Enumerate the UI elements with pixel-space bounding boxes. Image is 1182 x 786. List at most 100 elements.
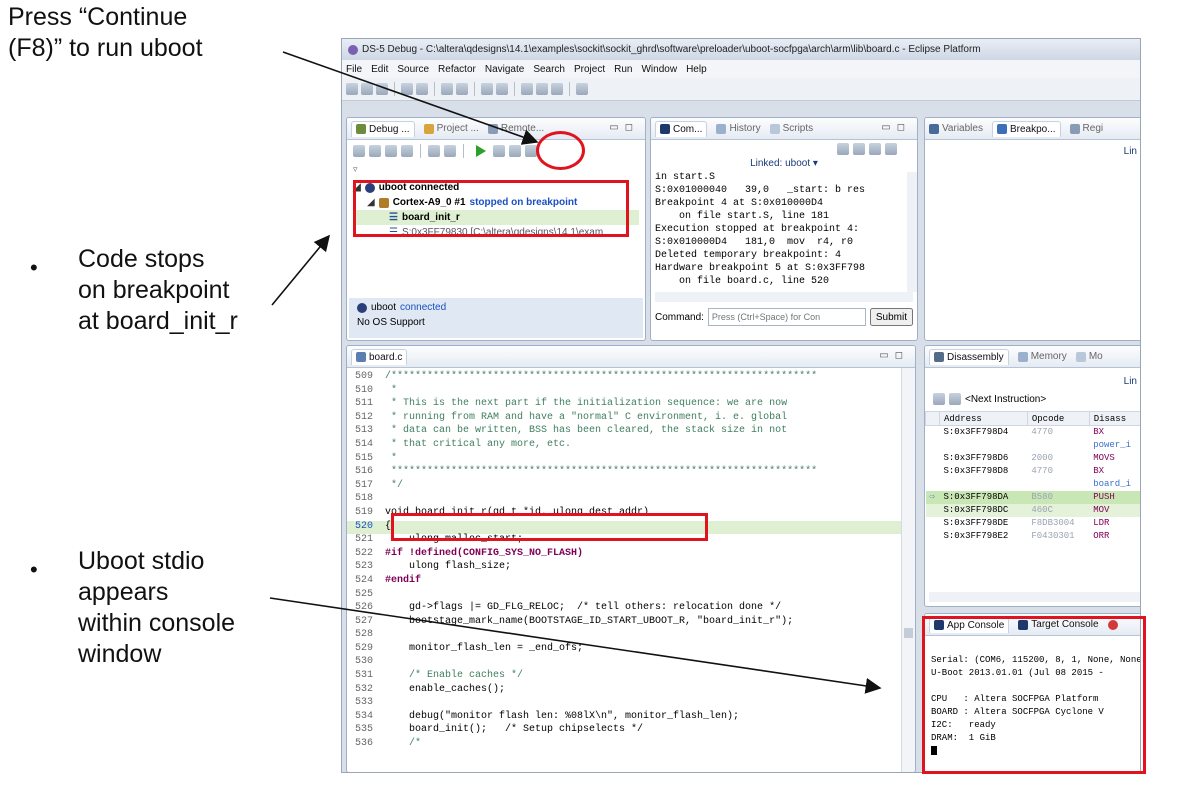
debug-icon[interactable] xyxy=(401,83,413,95)
line-number[interactable]: 510 xyxy=(347,385,379,399)
menu-help[interactable]: Help xyxy=(686,64,707,75)
tab-modules[interactable]: Mo xyxy=(1075,351,1103,362)
line-number[interactable]: 517 xyxy=(347,480,379,494)
line-number[interactable]: 518 xyxy=(347,493,379,507)
code-line[interactable]: 512 * running from RAM and have a "norma… xyxy=(347,412,915,426)
config-icon[interactable] xyxy=(428,145,440,157)
code-line[interactable]: 533 xyxy=(347,697,915,711)
menu-search[interactable]: Search xyxy=(533,64,565,75)
command-input[interactable] xyxy=(707,308,866,326)
refresh-icon[interactable] xyxy=(444,145,456,157)
code-line[interactable]: 509 /***********************************… xyxy=(347,371,915,385)
line-number[interactable]: 513 xyxy=(347,425,379,439)
continue-icon[interactable] xyxy=(471,143,489,159)
line-number[interactable]: 512 xyxy=(347,412,379,426)
open-icon[interactable] xyxy=(481,83,493,95)
code-line[interactable]: 518 xyxy=(347,493,915,507)
code-line[interactable]: 536 /* xyxy=(347,738,915,752)
code-line[interactable]: 530 xyxy=(347,656,915,670)
line-number[interactable]: 528 xyxy=(347,629,379,643)
line-number[interactable]: 526 xyxy=(347,602,379,616)
code-line[interactable]: 527 bootstage_mark_name(BOOTSTAGE_ID_STA… xyxy=(347,616,915,630)
save-icon[interactable] xyxy=(361,83,373,95)
line-number[interactable]: 519 xyxy=(347,507,379,521)
minimize-maximize-icon[interactable]: ▭◻ xyxy=(879,350,909,361)
minimize-maximize-icon[interactable]: ▭◻ xyxy=(609,122,639,133)
line-number[interactable]: 522 xyxy=(347,548,379,562)
settings-icon[interactable] xyxy=(885,143,897,155)
edit-icon[interactable] xyxy=(496,83,508,95)
disassembly-row[interactable]: board_i xyxy=(926,478,1141,491)
horizontal-scrollbar[interactable] xyxy=(929,592,1140,602)
code-line[interactable]: 511 * This is the next part if the initi… xyxy=(347,398,915,412)
step-into-icon[interactable] xyxy=(509,145,521,157)
line-number[interactable]: 534 xyxy=(347,711,379,725)
line-number[interactable]: 520 xyxy=(347,521,379,535)
tab-debug[interactable]: Debug ... xyxy=(351,120,415,137)
next-instruction-field[interactable]: <Next Instruction> xyxy=(965,394,1046,405)
connect-icon[interactable] xyxy=(369,145,381,157)
tab-registers[interactable]: Regi xyxy=(1069,123,1103,134)
line-number[interactable]: 531 xyxy=(347,670,379,684)
run-icon[interactable] xyxy=(416,83,428,95)
save-log-icon[interactable] xyxy=(837,143,849,155)
search-icon[interactable] xyxy=(456,83,468,95)
line-number[interactable]: 533 xyxy=(347,697,379,711)
code-line[interactable]: 523 ulong flash_size; xyxy=(347,561,915,575)
line-number[interactable]: 525 xyxy=(347,589,379,603)
clear-icon[interactable] xyxy=(853,143,865,155)
stop-icon[interactable] xyxy=(493,145,505,157)
tab-remote[interactable]: Remote... xyxy=(487,123,544,134)
tab-board-c[interactable]: board.c xyxy=(351,348,408,365)
linked-context[interactable]: Lin xyxy=(925,368,1140,387)
vertical-scrollbar[interactable] xyxy=(901,368,915,772)
disassembly-row[interactable]: S:0x3FF798D6 2000 MOVS xyxy=(926,452,1141,465)
line-number[interactable]: 511 xyxy=(347,398,379,412)
line-number[interactable]: 535 xyxy=(347,724,379,738)
forward-icon[interactable] xyxy=(551,83,563,95)
menu-refactor[interactable]: Refactor xyxy=(438,64,476,75)
column-header[interactable]: Disass xyxy=(1088,411,1140,426)
collapse-icon[interactable] xyxy=(353,145,365,157)
new-icon[interactable] xyxy=(346,83,358,95)
line-number[interactable]: 527 xyxy=(347,616,379,630)
goto-icon[interactable] xyxy=(933,393,945,405)
column-header[interactable]: Opcode xyxy=(1026,411,1090,426)
menu-navigate[interactable]: Navigate xyxy=(485,64,524,75)
line-number[interactable]: 516 xyxy=(347,466,379,480)
linked-context[interactable]: Lin xyxy=(925,140,1140,157)
line-number[interactable]: 523 xyxy=(347,561,379,575)
code-line[interactable]: 517 */ xyxy=(347,480,915,494)
code-line[interactable]: 526 gd->flags |= GD_FLG_RELOC; /* tell o… xyxy=(347,602,915,616)
tab-disassembly[interactable]: Disassembly xyxy=(929,348,1009,365)
disassembly-row[interactable]: power_i xyxy=(926,439,1141,452)
code-line[interactable]: 529 monitor_flash_len = _end_ofs; xyxy=(347,643,915,657)
code-line[interactable]: 513 * data can be written, BSS has been … xyxy=(347,425,915,439)
menu-source[interactable]: Source xyxy=(397,64,429,75)
build-icon[interactable] xyxy=(441,83,453,95)
line-number[interactable]: 515 xyxy=(347,453,379,467)
menu-project[interactable]: Project xyxy=(574,64,605,75)
code-line[interactable]: 525 xyxy=(347,589,915,603)
tab-scripts[interactable]: Scripts xyxy=(769,123,813,134)
line-number[interactable]: 509 xyxy=(347,371,379,385)
code-line[interactable]: 522 #if !defined(CONFIG_SYS_NO_FLASH) xyxy=(347,548,915,562)
export-icon[interactable] xyxy=(869,143,881,155)
code-line[interactable]: 510 * xyxy=(347,385,915,399)
code-line[interactable]: 535 board_init(); /* Setup chipselects *… xyxy=(347,724,915,738)
line-number[interactable]: 514 xyxy=(347,439,379,453)
tab-history[interactable]: History xyxy=(716,123,761,134)
nav-icon[interactable] xyxy=(521,83,533,95)
code-line[interactable]: 515 * xyxy=(347,453,915,467)
code-area[interactable]: 509 /***********************************… xyxy=(347,368,915,752)
line-number[interactable]: 532 xyxy=(347,684,379,698)
menu-window[interactable]: Window xyxy=(641,64,677,75)
view-menu-icon[interactable]: ▿ xyxy=(353,165,639,174)
perspective-icon[interactable] xyxy=(576,83,588,95)
disassembly-row[interactable]: S:0x3FF798E2 F0430301 ORR xyxy=(926,530,1141,543)
tab-memory[interactable]: Memory xyxy=(1017,351,1067,362)
column-header[interactable]: Address xyxy=(939,411,1028,426)
code-line[interactable]: 524 #endif xyxy=(347,575,915,589)
disconnect-icon[interactable] xyxy=(385,145,397,157)
line-number[interactable]: 521 xyxy=(347,534,379,548)
